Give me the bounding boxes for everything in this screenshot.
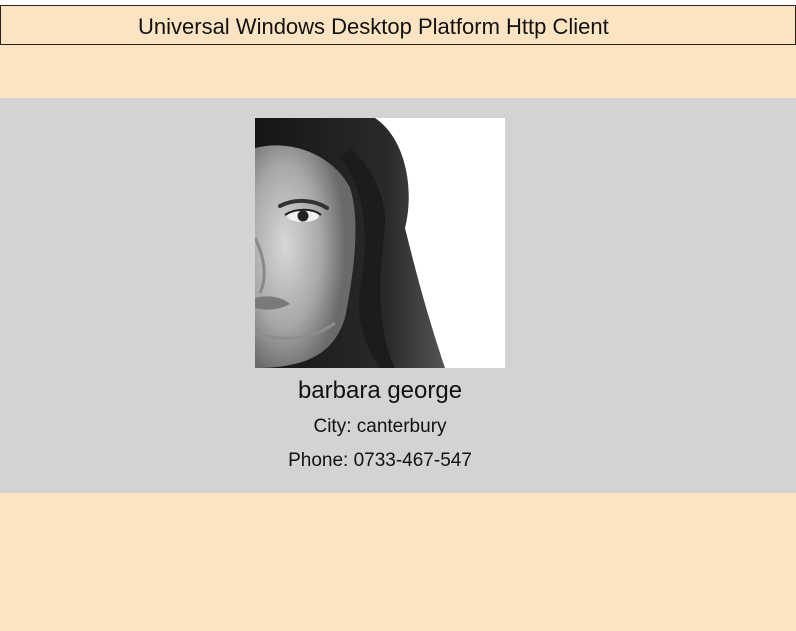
contact-phone: Phone: 0733-467-547 <box>288 450 472 471</box>
contact-city: City: canterbury <box>313 416 447 437</box>
title-bar: Universal Windows Desktop Platform Http … <box>0 5 796 45</box>
app-title: Universal Windows Desktop Platform Http … <box>138 14 609 39</box>
contact-card: barbara george City: canterbury Phone: 0… <box>0 98 796 493</box>
contact-photo <box>255 118 505 368</box>
contact-name: barbara george <box>297 377 463 404</box>
